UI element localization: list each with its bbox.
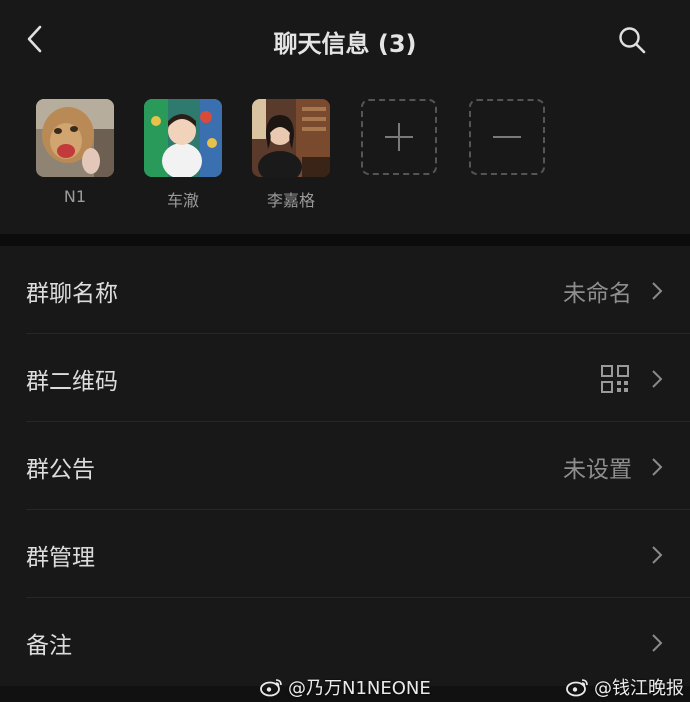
row-value: 未命名: [563, 281, 632, 307]
row-label: 群聊名称: [26, 281, 118, 307]
member-item[interactable]: 车澈: [143, 99, 223, 211]
remove-member-button[interactable]: [469, 99, 545, 175]
chevron-right-icon: [652, 282, 663, 300]
row-label: 群公告: [26, 457, 95, 483]
woman-photo-icon: [252, 99, 330, 177]
weibo-icon: [566, 679, 588, 697]
chevron-right-icon: [652, 634, 663, 652]
child-photo-icon: [144, 99, 222, 177]
row-value: 未设置: [563, 457, 632, 483]
avatar[interactable]: [36, 99, 114, 177]
member-name: 车澈: [166, 191, 199, 210]
chevron-right-icon: [652, 546, 663, 564]
member-name: N1: [63, 187, 87, 206]
group-management-row[interactable]: 群管理: [0, 510, 690, 598]
row-label: 群二维码: [26, 369, 118, 395]
member-item[interactable]: N1: [35, 99, 115, 206]
member-item[interactable]: 李嘉格: [251, 99, 331, 211]
add-member-button[interactable]: [361, 99, 437, 175]
group-name-row[interactable]: 群聊名称 未命名: [0, 246, 690, 334]
search-button[interactable]: [614, 22, 650, 58]
minus-icon: [493, 136, 521, 138]
page-title: 聊天信息 (3): [273, 30, 417, 58]
top-bar: 聊天信息 (3): [0, 0, 690, 78]
member-grid: N1 车澈 李嘉格: [0, 78, 690, 234]
row-label: 备注: [26, 633, 72, 659]
weibo-icon: [260, 679, 282, 697]
watermark-right: @钱江晚报: [566, 674, 684, 700]
avatar[interactable]: [252, 99, 330, 177]
settings-list: 群聊名称 未命名 群二维码 群公告 未设置 群管理 备注: [0, 246, 690, 686]
group-notice-row[interactable]: 群公告 未设置: [0, 422, 690, 510]
group-qr-code-row[interactable]: 群二维码: [0, 334, 690, 422]
lion-photo-icon: [36, 99, 114, 177]
watermark-bar: @乃万N1NEONE @钱江晚报: [0, 672, 690, 702]
member-name: 李嘉格: [266, 191, 315, 210]
watermark-left: @乃万N1NEONE: [260, 674, 431, 700]
row-label: 群管理: [26, 545, 95, 571]
plus-icon: [385, 123, 413, 151]
avatar[interactable]: [144, 99, 222, 177]
chevron-right-icon: [652, 370, 663, 388]
chevron-right-icon: [652, 458, 663, 476]
section-gap: [0, 234, 690, 246]
qr-code-icon: [601, 365, 629, 393]
watermark-text: @钱江晚报: [594, 678, 684, 699]
search-icon: [619, 27, 646, 54]
watermark-text: @乃万N1NEONE: [288, 678, 431, 699]
